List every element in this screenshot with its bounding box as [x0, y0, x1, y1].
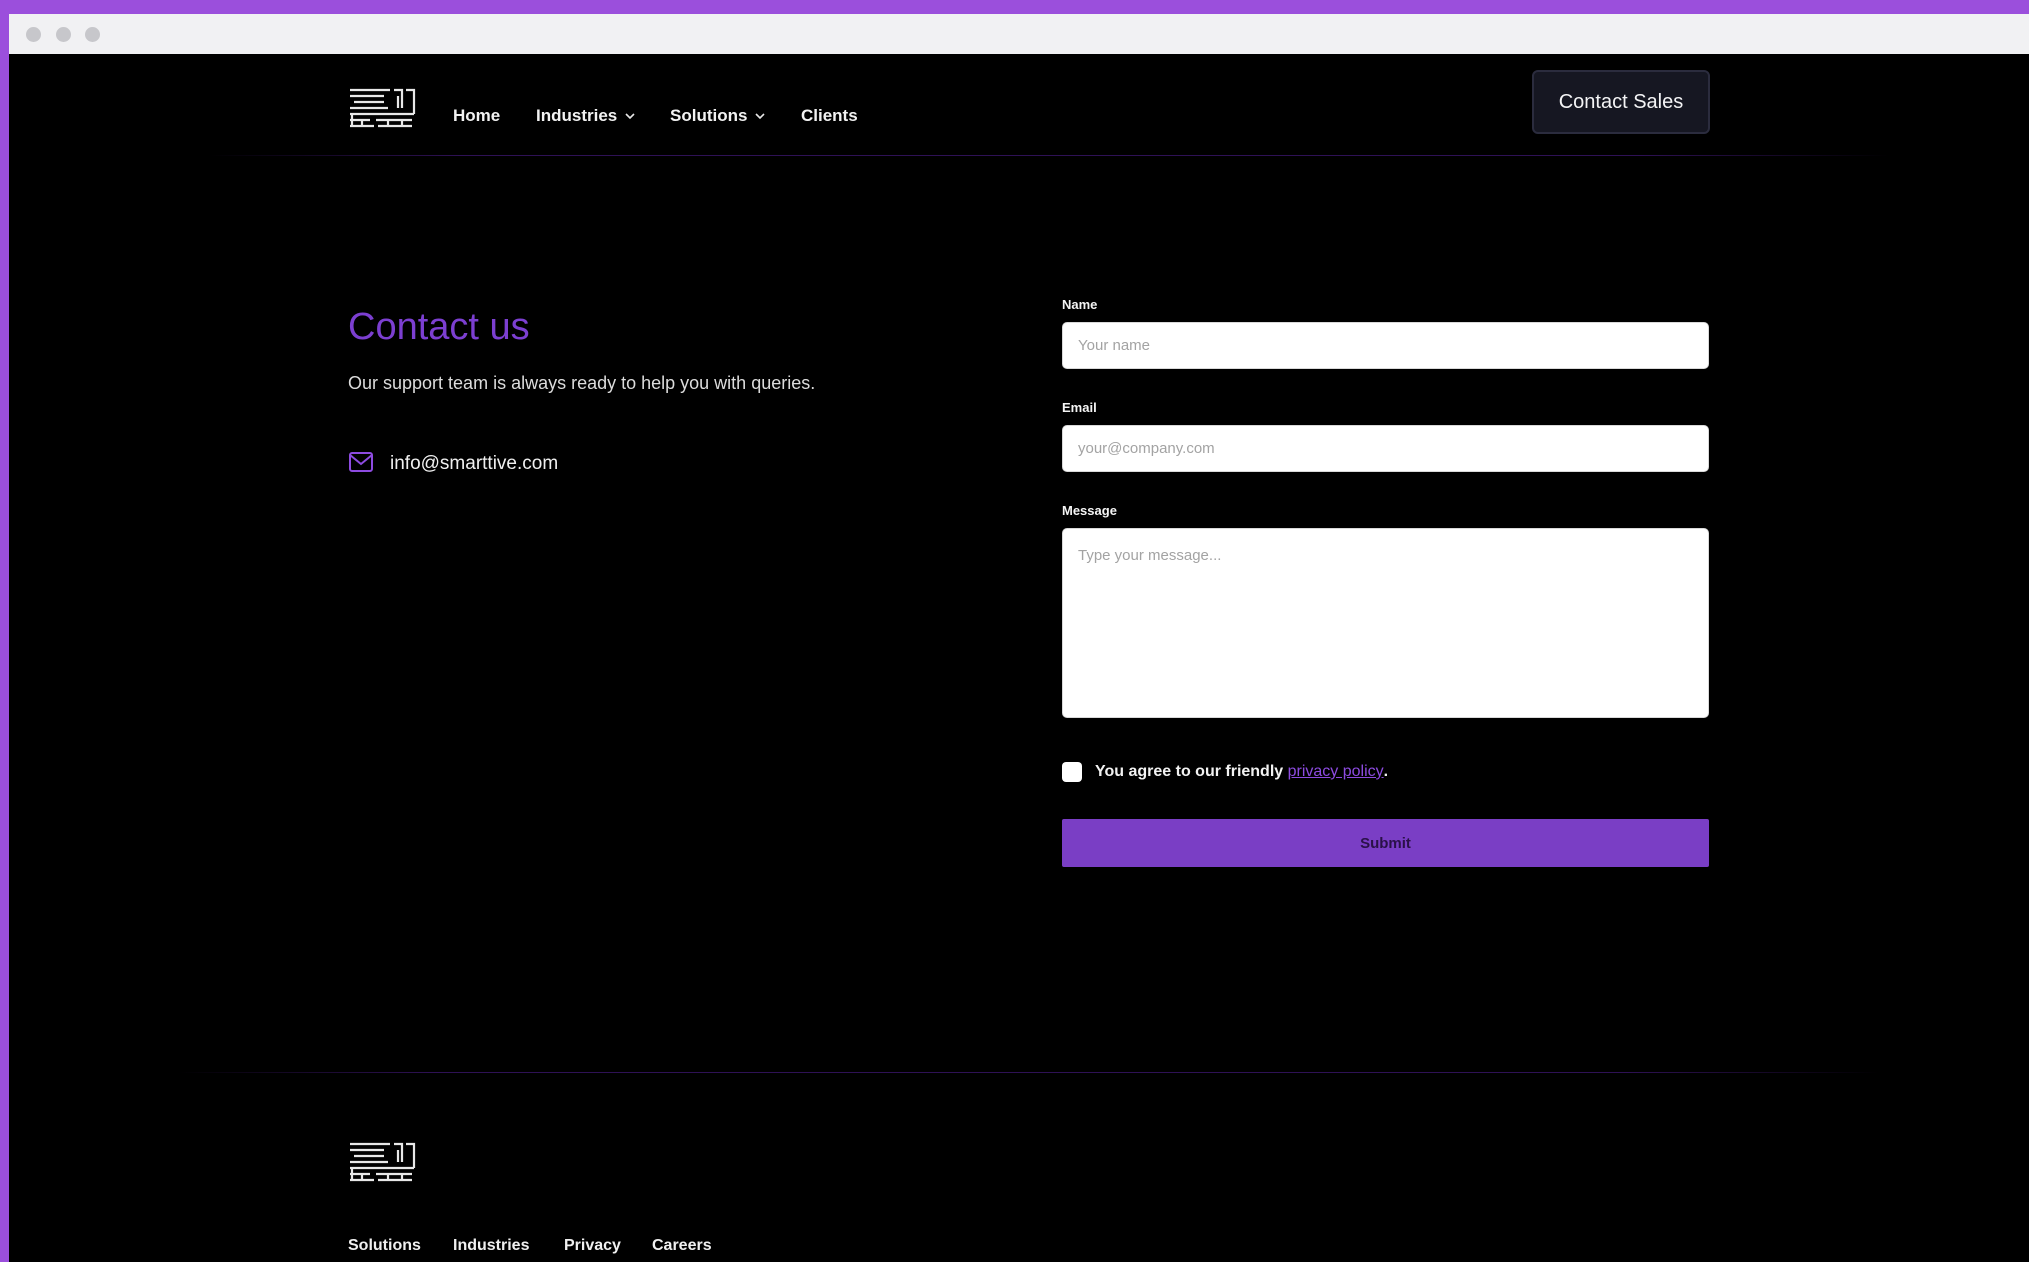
- footer-link-careers[interactable]: Careers: [652, 1237, 712, 1255]
- footer-brand-logo[interactable]: [348, 1140, 416, 1186]
- footer-link-solutions[interactable]: Solutions: [348, 1237, 421, 1255]
- window-maximize-dot[interactable]: [85, 27, 100, 42]
- chevron-down-icon: [753, 109, 767, 123]
- contact-sales-button[interactable]: Contact Sales: [1532, 70, 1710, 134]
- window-minimize-dot[interactable]: [56, 27, 71, 42]
- name-input[interactable]: [1062, 322, 1709, 369]
- privacy-policy-link[interactable]: privacy policy: [1288, 763, 1384, 780]
- footer-divider: [179, 1072, 1879, 1073]
- mail-icon: [348, 451, 374, 473]
- privacy-checkbox[interactable]: [1062, 762, 1082, 782]
- window-titlebar: [9, 14, 2029, 54]
- nav-industries[interactable]: Industries: [536, 106, 637, 126]
- footer-link-privacy[interactable]: Privacy: [564, 1237, 621, 1255]
- nav-solutions-label: Solutions: [670, 106, 748, 125]
- chevron-down-icon: [623, 109, 637, 123]
- submit-button[interactable]: Submit: [1062, 819, 1709, 867]
- email-label: Email: [1062, 400, 1097, 415]
- nav-home-label: Home: [453, 106, 501, 125]
- consent-suffix: .: [1383, 763, 1389, 780]
- message-textarea[interactable]: [1062, 528, 1709, 718]
- footer-link-industries[interactable]: Industries: [453, 1237, 529, 1255]
- page-subtitle: Our support team is always ready to help…: [348, 373, 816, 393]
- contact-email-link[interactable]: info@smarttive.com: [390, 453, 558, 475]
- nav-solutions[interactable]: Solutions: [670, 106, 767, 126]
- nav-clients[interactable]: Clients: [801, 106, 858, 126]
- nav-industries-label: Industries: [536, 106, 618, 125]
- browser-window: Home Industries Solutions Clients Contac…: [9, 14, 2029, 1262]
- nav-home[interactable]: Home: [453, 106, 500, 126]
- header-divider: [209, 155, 1889, 156]
- consent-prefix: You agree to our friendly: [1095, 763, 1288, 780]
- brand-logo[interactable]: [348, 86, 416, 132]
- email-input[interactable]: [1062, 425, 1709, 472]
- nav-clients-label: Clients: [801, 106, 858, 125]
- window-close-dot[interactable]: [26, 27, 41, 42]
- message-label: Message: [1062, 503, 1117, 518]
- page-title: Contact us: [348, 306, 530, 348]
- name-label: Name: [1062, 297, 1098, 312]
- privacy-consent-text: You agree to our friendly privacy policy…: [1095, 763, 1388, 781]
